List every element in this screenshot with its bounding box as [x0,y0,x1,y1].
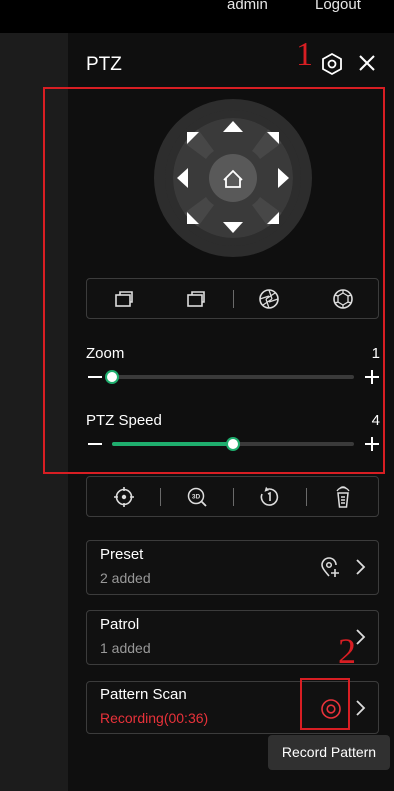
ptz-speed-value: 4 [371,412,380,429]
divider [233,488,234,506]
ptz-speed-label: PTZ Speed [86,412,162,429]
wiper-icon[interactable] [331,485,355,509]
patrol-count: 1 added [100,640,151,656]
logout-link[interactable]: Logout [315,0,361,13]
direction-pad [154,99,312,257]
preset-chevron-right-icon[interactable] [355,558,367,576]
ptz-speed-slider-handle[interactable] [226,437,240,451]
home-button[interactable] [209,154,257,202]
3d-positioning-icon[interactable]: 3D [185,485,209,509]
ptz-speed-slider[interactable] [112,437,354,451]
zoom-slider-handle[interactable] [105,370,119,384]
divider [233,290,234,308]
divider [306,488,307,506]
speed-minus-icon[interactable] [87,436,103,452]
annotation-box-record [300,678,350,730]
zoom-in-window-icon[interactable] [184,287,208,311]
zoom-out-window-icon[interactable] [112,287,136,311]
preset-title: Preset [100,546,144,563]
close-icon[interactable] [356,52,378,74]
annotation-marker-1: 1 [296,36,313,73]
recording-status: Recording(00:36) [100,710,209,726]
patrol-title: Patrol [100,616,140,633]
iris-close-icon[interactable] [257,287,281,311]
patrol-chevron-right-icon[interactable] [355,628,367,646]
divider [160,488,161,506]
add-preset-icon[interactable] [320,557,340,579]
iris-open-icon[interactable] [331,287,355,311]
zoom-value: 1 [371,345,380,362]
username-label[interactable]: admin [227,0,268,13]
pattern-scan-title: Pattern Scan [100,686,187,703]
patrol-card[interactable]: Patrol 1 added [86,610,379,665]
speed-plus-icon[interactable] [364,436,380,452]
preset-card[interactable]: Preset 2 added [86,540,379,595]
zoom-minus-icon[interactable] [87,369,103,385]
settings-hex-icon[interactable] [320,52,344,76]
tool-bar: 3D [86,476,379,517]
top-bar: admin Logout [0,0,394,33]
zoom-plus-icon[interactable] [364,369,380,385]
preset-count: 2 added [100,570,151,586]
svg-text:3D: 3D [192,494,201,501]
panel-title: PTZ [86,54,122,75]
one-touch-rotate-icon[interactable] [257,485,281,509]
zoom-label: Zoom [86,345,125,362]
ptz-speed-slider-fill [112,442,233,446]
lens-control-bar [86,278,379,319]
record-pattern-tooltip: Record Pattern [268,735,390,770]
zoom-slider[interactable] [105,370,354,384]
pattern-scan-chevron-right-icon[interactable] [355,699,367,717]
locate-icon[interactable] [112,485,136,509]
annotation-marker-2: 2 [338,631,356,671]
